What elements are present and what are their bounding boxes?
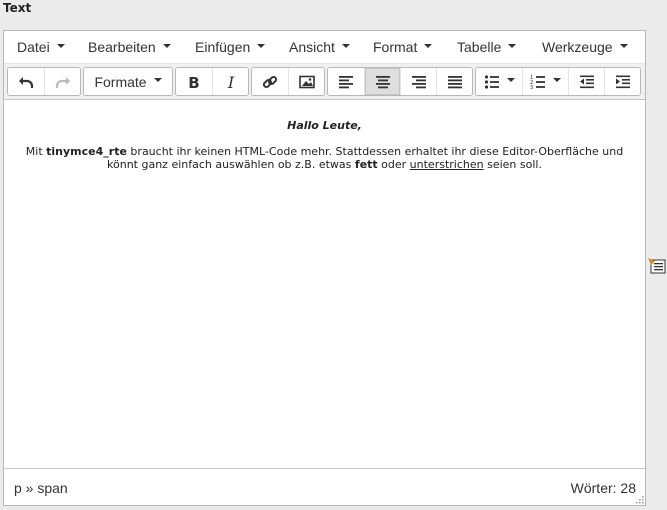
- underlined-text: unterstrichen: [409, 158, 484, 171]
- align-left-button[interactable]: [328, 68, 364, 95]
- link-button[interactable]: [252, 68, 288, 95]
- outdent-icon: [579, 75, 594, 88]
- toolbar: Formate B I 1 2 3: [4, 64, 645, 100]
- numbered-list-icon: 123: [530, 75, 545, 90]
- bold-text: fett: [354, 158, 378, 171]
- alignment-group: [327, 67, 473, 96]
- insert-group: [251, 67, 325, 96]
- chevron-down-icon: [257, 44, 266, 49]
- redo-button[interactable]: [44, 68, 80, 95]
- bullet-list-button[interactable]: [476, 68, 522, 95]
- chevron-down-icon: [341, 44, 350, 49]
- chevron-down-icon: [619, 44, 628, 49]
- formats-group: Formate: [83, 67, 173, 96]
- indent-icon: [615, 75, 630, 88]
- align-justify-button[interactable]: [436, 68, 472, 95]
- chevron-down-icon: [553, 77, 561, 82]
- align-justify-icon: [447, 75, 462, 88]
- outdent-button[interactable]: [568, 68, 604, 95]
- statusbar: p » span Wörter: 28: [4, 468, 645, 505]
- context-help-icon[interactable]: [648, 258, 666, 274]
- undo-icon: [19, 76, 34, 88]
- numbered-list-button[interactable]: 123: [522, 68, 568, 95]
- italic-icon: I: [226, 74, 234, 90]
- image-icon: [298, 75, 315, 88]
- menu-werkzeuge[interactable]: Werkzeuge: [542, 31, 628, 64]
- formats-dropdown[interactable]: Formate: [84, 68, 172, 95]
- align-left-icon: [339, 75, 353, 88]
- align-center-icon: [375, 75, 390, 88]
- chevron-down-icon: [56, 44, 65, 49]
- rich-text-editor: Datei Bearbeiten Einfügen Ansicht Format…: [3, 30, 646, 506]
- element-path[interactable]: p » span: [14, 480, 68, 496]
- link-icon: [262, 75, 278, 88]
- bullet-list-icon: [484, 74, 499, 89]
- chevron-down-icon: [153, 77, 162, 82]
- bold-icon: B: [188, 74, 199, 90]
- field-label: Text: [3, 1, 32, 15]
- align-right-icon: [411, 75, 426, 88]
- list-indent-group: 123: [475, 67, 641, 96]
- body-paragraph: Mit tinymce4_rte braucht ihr keinen HTML…: [25, 145, 624, 171]
- menu-einfuegen[interactable]: Einfügen: [195, 31, 266, 64]
- greeting-text: Hallo Leute,: [287, 119, 362, 132]
- menubar: Datei Bearbeiten Einfügen Ansicht Format…: [4, 31, 645, 64]
- align-center-button[interactable]: [364, 68, 400, 95]
- svg-text:I: I: [226, 74, 234, 90]
- chevron-down-icon: [508, 44, 517, 49]
- svg-text:3: 3: [530, 85, 533, 90]
- undo-button[interactable]: [8, 68, 44, 95]
- svg-text:B: B: [188, 74, 199, 90]
- bold-text: tinymce4_rte: [46, 145, 127, 158]
- resize-handle-icon[interactable]: [634, 494, 644, 504]
- menu-ansicht[interactable]: Ansicht: [289, 31, 350, 64]
- word-count: Wörter: 28: [570, 480, 636, 496]
- editor-content-area[interactable]: Hallo Leute, Mit tinymce4_rte braucht ih…: [4, 100, 645, 468]
- chevron-down-icon: [506, 77, 515, 82]
- text-style-group: B I: [175, 67, 249, 96]
- history-group: [7, 67, 81, 96]
- chevron-down-icon: [424, 44, 433, 49]
- indent-button[interactable]: [604, 68, 640, 95]
- chevron-down-icon: [162, 44, 171, 49]
- menu-bearbeiten[interactable]: Bearbeiten: [88, 31, 171, 64]
- menu-tabelle[interactable]: Tabelle: [457, 31, 517, 64]
- menu-datei[interactable]: Datei: [17, 31, 65, 64]
- align-right-button[interactable]: [400, 68, 436, 95]
- menu-format[interactable]: Format: [373, 31, 433, 64]
- image-button[interactable]: [288, 68, 324, 95]
- redo-icon: [55, 76, 70, 88]
- italic-button[interactable]: I: [212, 68, 248, 95]
- bold-button[interactable]: B: [176, 68, 212, 95]
